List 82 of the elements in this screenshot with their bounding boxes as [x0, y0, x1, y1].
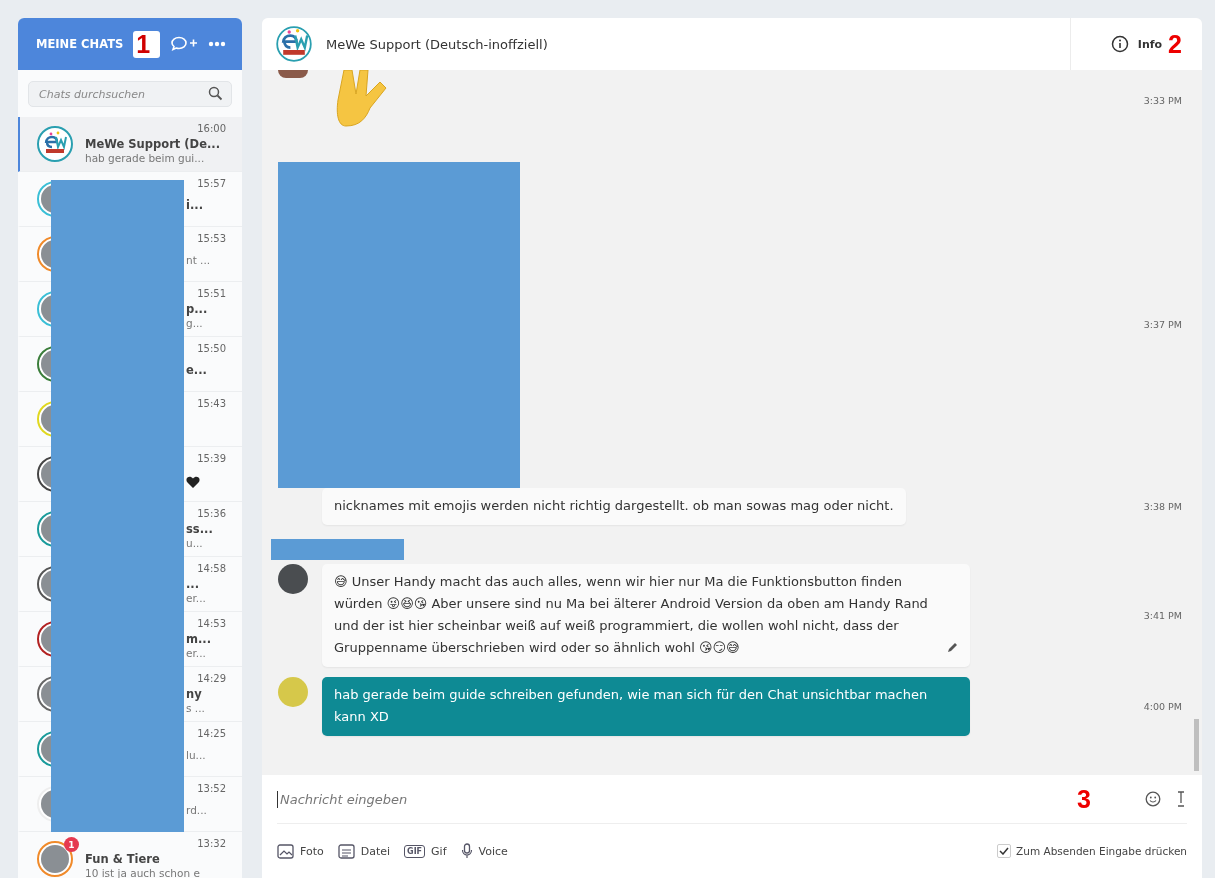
- chat-name: i...: [186, 198, 205, 212]
- chat-name: p...: [186, 301, 209, 316]
- attach-button[interactable]: Voice: [460, 843, 508, 859]
- microphone-icon: [460, 843, 473, 859]
- chat-time: 14:25: [197, 728, 226, 739]
- chat-list-item[interactable]: i... 15:57: [18, 172, 242, 227]
- chat-list-item[interactable]: MeWe Support (De... hab gerade beim gui... 16:00: [18, 117, 242, 172]
- chat-list-item[interactable]: 1 Fun & Tiere 10 ist ja auch schon e 13:32: [18, 832, 242, 878]
- message-time: 3:33 PM: [1142, 94, 1182, 106]
- chat-preview: rd...: [186, 804, 208, 816]
- chat-time: 15:50: [197, 343, 226, 354]
- unread-badge: 1: [64, 837, 79, 852]
- search-field[interactable]: Chats durchsuchen: [28, 81, 232, 107]
- chat-list-item[interactable]: rd... 13:52: [18, 777, 242, 832]
- image-icon: [277, 843, 294, 859]
- chat-list-item[interactable]: nt ... 15:53: [18, 227, 242, 282]
- attach-button[interactable]: Foto: [277, 843, 324, 859]
- chat-list-item[interactable]: p... g... 15:51: [18, 282, 242, 337]
- chat-time: 13:32: [197, 838, 226, 849]
- chat-preview: er...: [186, 646, 207, 659]
- chat-list-item[interactable]: ny s ... 14:29: [18, 667, 242, 722]
- chat-list-item[interactable]: lu... 14:25: [18, 722, 242, 777]
- checkbox-label: Zum Absenden Eingabe drücken: [1016, 845, 1187, 857]
- chat-list-item[interactable]: 15:43: [18, 392, 242, 447]
- chat-preview: er...: [186, 591, 207, 604]
- chat-time: 15:53: [197, 233, 226, 244]
- avatar: [278, 70, 308, 78]
- message-time: 4:00 PM: [1142, 701, 1182, 712]
- chat-time: 14:58: [197, 563, 226, 574]
- chat-time: 16:00: [197, 123, 226, 134]
- checkbox[interactable]: [997, 844, 1012, 858]
- chat-name: ny: [186, 686, 203, 701]
- attach-button[interactable]: Datei: [337, 843, 391, 859]
- chat-name: ss...: [186, 521, 214, 536]
- chat-time: 14:53: [197, 618, 226, 629]
- more-icon[interactable]: [208, 41, 226, 47]
- chat-preview: 10 ist ja auch schon e: [85, 866, 201, 878]
- gif-icon: GIF: [404, 844, 426, 858]
- chat-preview: hab gerade beim gui...: [85, 151, 206, 164]
- document-icon: [337, 843, 355, 859]
- chat-name: ...: [186, 576, 201, 591]
- chat-time: 13:52: [197, 783, 226, 794]
- logo-icon: [276, 26, 312, 62]
- chat-time: 15:39: [197, 453, 226, 464]
- annotation-number: 2: [1168, 31, 1182, 57]
- chat-time: 15:57: [197, 178, 226, 189]
- chat-preview: g...: [186, 316, 204, 329]
- chat-list-item[interactable]: ss... u... 15:36: [18, 502, 242, 557]
- message-text: 😅 Unser Handy macht das auch alles, wenn wir hier nur Ma die Funktionsbutton finden würden 😜😆😘 Aber unsere sind nu Ma bei älterer Android Version da oben am Handy Rand und der ist hier scheinbar weiß auf weiß programmiert, die wollen wohl nicht, dass der Gruppenname überschrieben wird oder so ähnlich wohl 😘😏😅: [334, 573, 929, 657]
- message-time: 3:41 PM: [1142, 610, 1182, 621]
- chat-name: Fun & Tiere: [85, 851, 161, 866]
- annotation-number: 1: [133, 30, 160, 58]
- chat-time: 15:43: [197, 398, 226, 409]
- emoji-icon[interactable]: [1145, 791, 1161, 807]
- chat-time: 15:36: [197, 508, 226, 519]
- scrollbar[interactable]: [1194, 719, 1199, 771]
- info-icon: [1110, 35, 1129, 53]
- info-button[interactable]: Info: [1110, 35, 1163, 53]
- message-time: 3:38 PM: [1142, 501, 1182, 512]
- chat-name: e...: [186, 363, 208, 377]
- chat-preview: lu...: [186, 749, 207, 761]
- chat-list-item[interactable]: 15:39: [18, 447, 242, 502]
- chat-list-item[interactable]: e... 15:50: [18, 337, 242, 392]
- attach-button[interactable]: GIF Gif: [404, 844, 447, 858]
- message-text: hab gerade beim guide schreiben gefunden, wie man sich für den Chat unsichtbar machen kann XD: [334, 686, 929, 726]
- chat-list-item[interactable]: m... er... 14:53: [18, 612, 242, 667]
- text-format-icon[interactable]: [1175, 791, 1187, 807]
- message-text: nicknames mit emojis werden nicht richtig dargestellt. ob man sowas mag oder nicht.: [334, 497, 894, 515]
- chat-time: 14:29: [197, 673, 226, 684]
- chat-name: MeWe Support (De...: [85, 136, 222, 151]
- chat-name: m...: [186, 631, 213, 646]
- sidebar-title: MEINE CHATS: [36, 37, 124, 51]
- chat-list-item[interactable]: ... er... 14:58: [18, 557, 242, 612]
- new-chat-icon[interactable]: [170, 35, 198, 53]
- message-time: 3:37 PM: [1142, 318, 1182, 330]
- chat-title: MeWe Support (Deutsch-inoffziell): [326, 36, 549, 52]
- chat-preview: u...: [186, 536, 204, 549]
- search-icon[interactable]: [208, 86, 223, 101]
- chat-preview: s ...: [186, 701, 206, 714]
- chat-preview: nt ...: [186, 254, 212, 266]
- annotation-number: 3: [1077, 786, 1091, 812]
- chat-time: 15:51: [197, 288, 226, 299]
